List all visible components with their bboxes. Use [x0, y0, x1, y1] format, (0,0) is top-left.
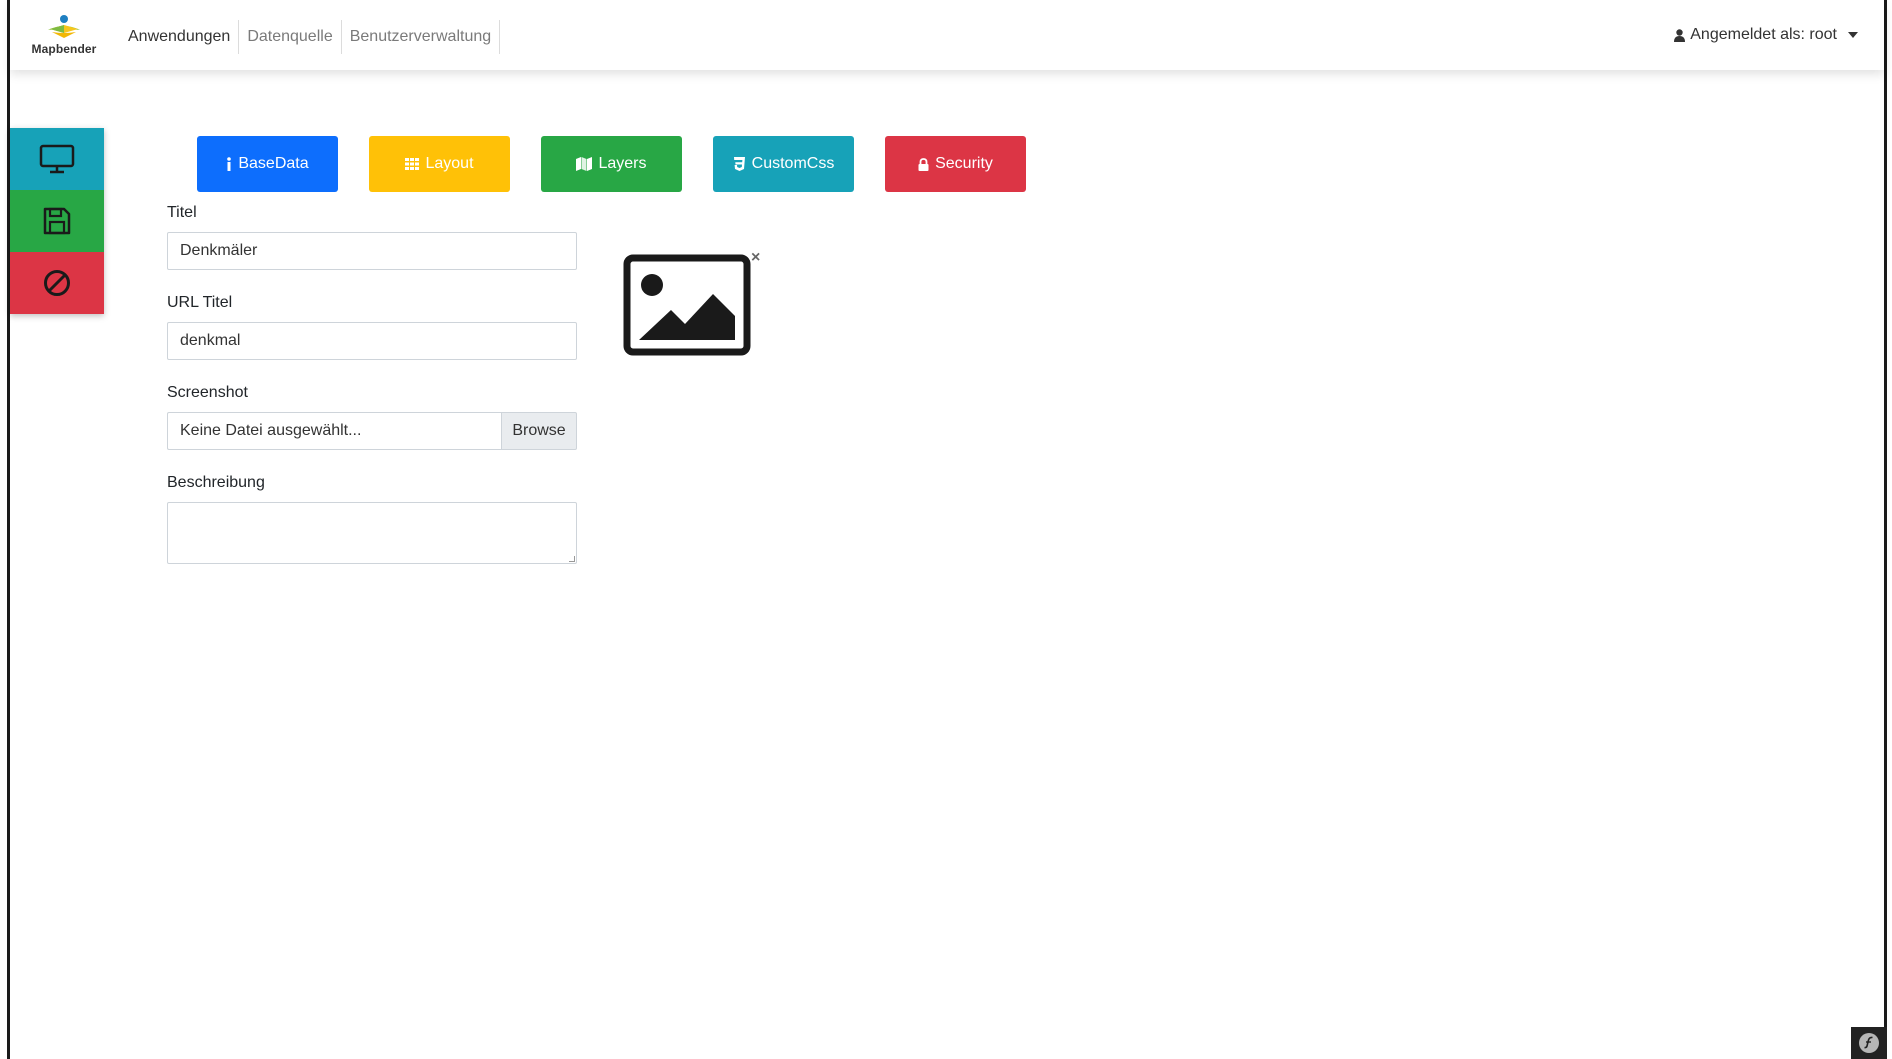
user-menu[interactable]: Angemeldet als: root [1674, 26, 1858, 44]
url-title-label: URL Titel [167, 294, 233, 311]
top-navbar: Mapbender Anwendungen Datenquelle Benutz… [10, 0, 1884, 70]
resize-handle-icon[interactable] [569, 556, 575, 562]
description-group: Beschreibung [167, 472, 577, 564]
brand-name: Mapbender [31, 42, 97, 56]
url-title-group: URL Titel denkmal [167, 292, 577, 360]
cancel-button[interactable] [10, 252, 104, 314]
user-icon [1674, 28, 1686, 42]
preview-button[interactable] [10, 128, 104, 190]
image-placeholder-icon [623, 254, 751, 356]
mapbender-logo-icon [48, 15, 80, 38]
title-group: Titel Denkmäler [167, 202, 577, 270]
window-border-right [1884, 0, 1887, 1059]
tab-basedata-label: BaseData [238, 155, 309, 172]
lock-icon [918, 157, 929, 171]
user-label: Angemeldet als: root [1690, 26, 1837, 43]
css3-icon [733, 157, 745, 171]
tab-customcss[interactable]: CustomCss [713, 136, 854, 192]
symfony-toolbar-icon[interactable] [1851, 1027, 1887, 1059]
screenshot-file-picker: Keine Datei ausgewählt... Browse [167, 412, 577, 450]
remove-screenshot-close-icon[interactable]: × [751, 250, 760, 266]
tab-security[interactable]: Security [885, 136, 1026, 192]
save-button[interactable] [10, 190, 104, 252]
basedata-form: Titel Denkmäler URL Titel denkmal Screen… [167, 202, 577, 586]
tab-security-label: Security [935, 155, 993, 172]
description-label: Beschreibung [167, 474, 265, 491]
tab-layers[interactable]: Layers [541, 136, 682, 192]
nav-anwendungen[interactable]: Anwendungen [120, 20, 240, 54]
browse-button[interactable]: Browse [501, 412, 577, 450]
title-input[interactable]: Denkmäler [167, 232, 577, 270]
chevron-down-icon [1848, 32, 1858, 38]
screenshot-label: Screenshot [167, 384, 248, 401]
nav-benutzerverwaltung[interactable]: Benutzerverwaltung [342, 20, 501, 54]
monitor-icon [39, 144, 75, 174]
settings-tabs: BaseData Layout Layers CustomCss Securit… [197, 136, 1026, 192]
symfony-icon [1859, 1033, 1879, 1053]
tab-basedata[interactable]: BaseData [197, 136, 338, 192]
map-icon [576, 157, 593, 171]
ban-icon [44, 270, 70, 296]
description-textarea[interactable] [167, 502, 577, 564]
tab-layout-label: Layout [425, 155, 474, 172]
side-action-bar [10, 128, 104, 314]
url-title-input[interactable]: denkmal [167, 322, 577, 360]
main-nav: Anwendungen Datenquelle Benutzerverwaltu… [120, 20, 501, 54]
tab-customcss-label: CustomCss [751, 155, 835, 172]
floppy-disk-icon [43, 207, 71, 235]
grid-icon [405, 158, 420, 170]
screenshot-group: Screenshot Keine Datei ausgewählt... Bro… [167, 382, 577, 450]
screenshot-file-input[interactable]: Keine Datei ausgewählt... [167, 412, 501, 450]
nav-datenquelle[interactable]: Datenquelle [239, 20, 342, 54]
tab-layers-label: Layers [598, 155, 647, 172]
tab-layout[interactable]: Layout [369, 136, 510, 192]
brand[interactable]: Mapbender [24, 14, 104, 60]
title-label: Titel [167, 204, 197, 221]
info-icon [227, 157, 232, 171]
